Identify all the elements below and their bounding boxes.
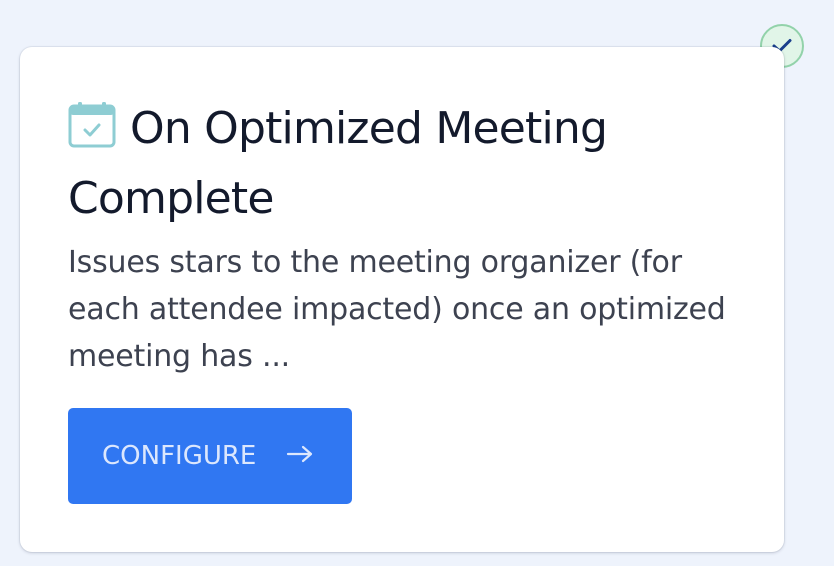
calendar-check-icon	[68, 101, 116, 167]
card-title-text: On Optimized Meeting Complete	[68, 103, 608, 224]
card-header: On Optimized Meeting Complete	[68, 97, 708, 231]
configure-button-label: CONFIGURE	[102, 441, 257, 471]
arrow-right-icon	[286, 441, 314, 471]
card-title: On Optimized Meeting Complete	[68, 97, 708, 231]
card-description: Issues stars to the meeting organizer (f…	[68, 245, 726, 374]
achievement-card: On Optimized Meeting Complete Issues sta…	[20, 47, 784, 552]
configure-button[interactable]: CONFIGURE	[68, 408, 352, 504]
